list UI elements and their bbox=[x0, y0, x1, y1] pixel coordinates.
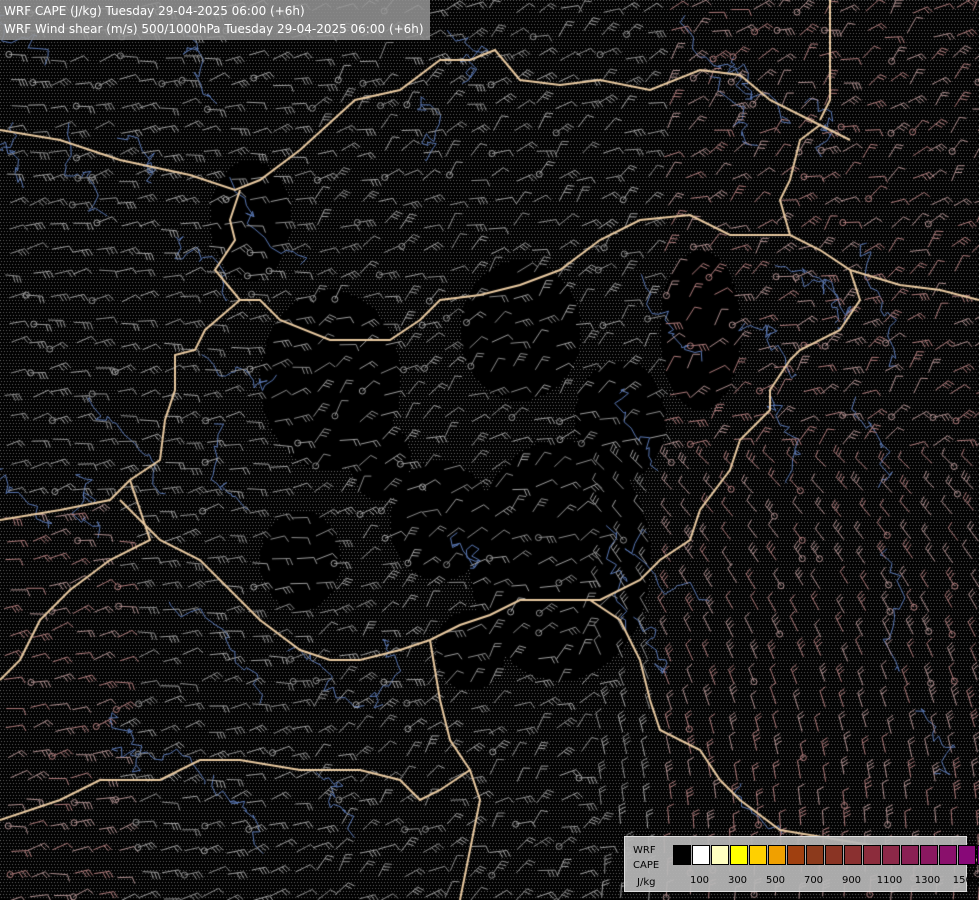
legend-swatch bbox=[673, 845, 691, 865]
legend-swatch bbox=[844, 845, 862, 865]
legend-swatch bbox=[768, 845, 786, 865]
legend-tick: 700 bbox=[803, 875, 824, 886]
legend-tick: 1300 bbox=[914, 875, 941, 886]
legend-tick: 1100 bbox=[876, 875, 903, 886]
map-title-box: WRF CAPE (J/kg) Tuesday 29-04-2025 06:00… bbox=[0, 0, 430, 40]
legend-label-model: WRF bbox=[633, 845, 656, 856]
legend-label-unit: J/kg bbox=[637, 877, 656, 888]
legend-swatch bbox=[939, 845, 957, 865]
legend-swatch bbox=[749, 845, 767, 865]
cape-legend: WRF CAPE J/kg 100 300 500 700 900 1100 1300 150… bbox=[624, 836, 979, 892]
cape-title: WRF CAPE (J/kg) Tuesday 29-04-2025 06:00… bbox=[4, 4, 305, 18]
legend-swatch bbox=[692, 845, 710, 865]
legend-swatch bbox=[901, 845, 919, 865]
legend-tick: 100 bbox=[689, 875, 710, 886]
cape-shear-map bbox=[0, 0, 979, 900]
legend-color-scale bbox=[673, 845, 979, 865]
legend-swatch bbox=[787, 845, 805, 865]
legend-swatch bbox=[711, 845, 729, 865]
legend-swatch bbox=[863, 845, 881, 865]
legend-swatch bbox=[730, 845, 748, 865]
legend-swatch bbox=[825, 845, 843, 865]
legend-swatch bbox=[920, 845, 938, 865]
legend-tick: 900 bbox=[841, 875, 862, 886]
legend-swatch bbox=[882, 845, 900, 865]
legend-swatch bbox=[958, 845, 976, 865]
legend-swatch bbox=[806, 845, 824, 865]
legend-tick: 500 bbox=[765, 875, 786, 886]
legend-tick: 1500 bbox=[952, 875, 979, 886]
legend-tick: 300 bbox=[727, 875, 748, 886]
shear-title: WRF Wind shear (m/s) 500/1000hPa Tuesday… bbox=[4, 22, 424, 36]
legend-label-variable: CAPE bbox=[633, 860, 660, 871]
